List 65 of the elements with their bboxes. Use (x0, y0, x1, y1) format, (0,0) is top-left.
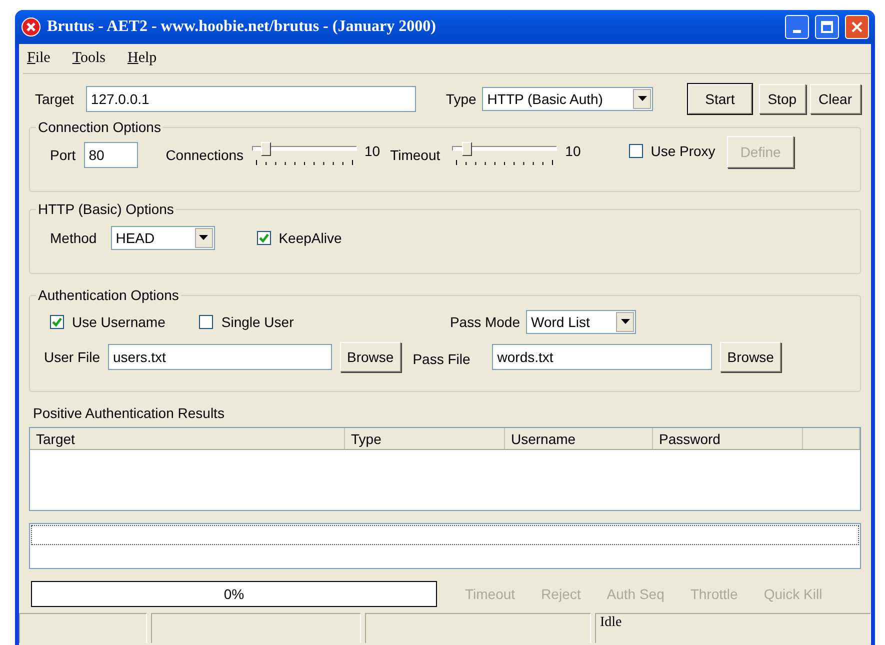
port-label: Port (50, 146, 76, 164)
timeout-label: Timeout (390, 146, 440, 164)
checkbox-label: Use Proxy (650, 142, 716, 161)
checkbox-label: KeepAlive (278, 228, 342, 248)
slider-track[interactable] (252, 142, 357, 168)
column-header[interactable]: Target (30, 428, 345, 450)
progress-text: 0% (224, 584, 244, 604)
browse-button[interactable]: Browse (340, 342, 401, 372)
maximize-icon (821, 21, 833, 33)
minimize-icon (793, 30, 801, 32)
checkbox-label: Single User (221, 312, 294, 332)
status-text: Idle (595, 613, 871, 644)
slider-thumb[interactable] (462, 142, 472, 156)
app-icon (21, 17, 41, 37)
checkbox[interactable] (628, 144, 643, 158)
button[interactable]: Start (688, 84, 752, 114)
define-button: Define (727, 136, 794, 168)
indicator-label: Reject (541, 584, 581, 604)
checkbox-label: Use Username (72, 312, 166, 332)
slider-value: 10 (565, 142, 581, 160)
button[interactable]: Clear (810, 84, 861, 114)
section-title: Positive Authentication Results (33, 406, 226, 422)
checkbox[interactable] (50, 315, 64, 329)
menu-item[interactable]: Tools (68, 47, 110, 70)
port-field[interactable]: 80 (84, 142, 138, 168)
close-icon (851, 21, 863, 33)
indicator-label: Timeout (465, 584, 516, 604)
method-dropdown[interactable]: HEAD (110, 226, 215, 250)
pass-file-field[interactable]: words.txt (492, 344, 712, 370)
caret-icon (620, 319, 630, 325)
column-header[interactable]: Username (505, 428, 653, 450)
column-header[interactable]: Password (653, 428, 803, 450)
maximize-button[interactable] (815, 15, 839, 39)
group-title: HTTP (Basic) Options (37, 202, 175, 216)
window-title: Brutus - AET2 - www.hoobie.net/brutus - (January 2000) (47, 17, 437, 37)
caret-icon (199, 235, 208, 241)
pass-mode-dropdown[interactable]: Word List (526, 310, 636, 334)
slider-thumb[interactable] (261, 142, 272, 156)
browse-button[interactable]: Browse (720, 342, 781, 372)
slider-value: 10 (364, 142, 380, 160)
indicator-label: Quick Kill (764, 584, 822, 604)
pass-file-label: Pass File (412, 350, 470, 368)
user-file-label: User File (44, 348, 100, 366)
menu-item[interactable]: Help (123, 47, 161, 70)
minimize-button[interactable] (785, 15, 809, 39)
pass-mode-label: Pass Mode (450, 312, 520, 332)
target-field[interactable]: 127.0.0.1 (86, 86, 416, 112)
target-label: Target (35, 90, 74, 109)
button[interactable]: Stop (758, 84, 806, 114)
column-header[interactable]: Type (345, 428, 505, 450)
checkbox[interactable] (256, 231, 271, 245)
type-label: Type (446, 90, 476, 109)
slider-track[interactable] (452, 142, 558, 168)
menu-item[interactable]: File (23, 47, 54, 70)
indicator-label: Auth Seq (606, 584, 664, 604)
user-file-field[interactable]: users.txt (108, 344, 332, 370)
group-title: Authentication Options (37, 288, 180, 302)
indicator-label: Throttle (690, 584, 738, 604)
close-button[interactable] (845, 15, 869, 39)
caret-icon (638, 96, 647, 102)
checkbox[interactable] (199, 315, 214, 329)
type-dropdown[interactable]: HTTP (Basic Auth) (482, 87, 654, 111)
connections-label: Connections (166, 146, 244, 164)
method-label: Method (50, 228, 97, 248)
group-title: Connection Options (37, 120, 162, 134)
